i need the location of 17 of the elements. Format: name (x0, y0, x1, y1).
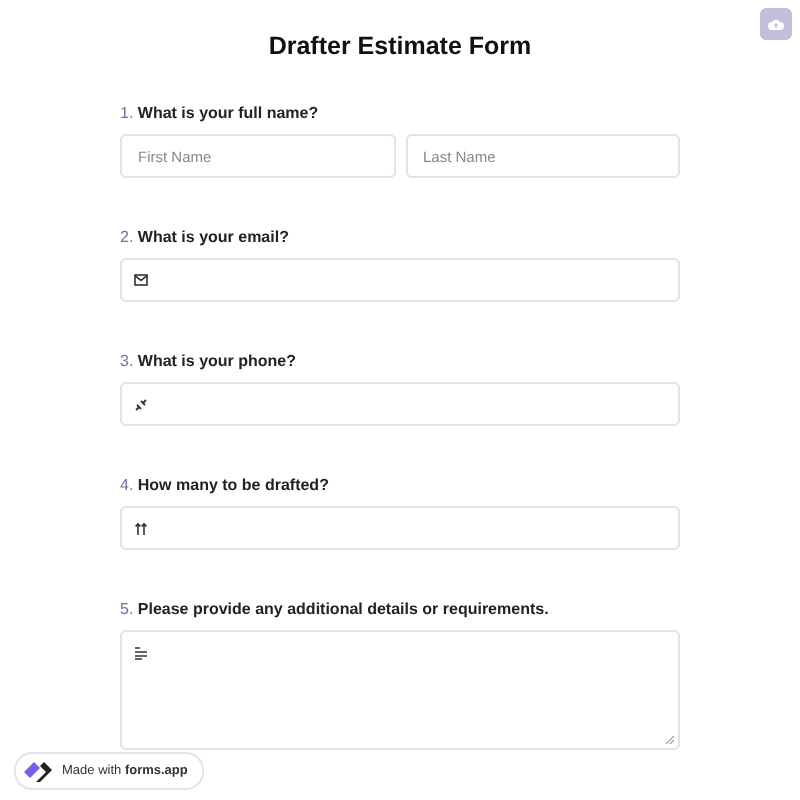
cloud-upload-icon (768, 18, 784, 30)
text-lines-icon (134, 646, 148, 660)
input-field[interactable] (120, 382, 680, 426)
question-label: 1. What is your full name? (120, 104, 319, 124)
upload-button[interactable] (760, 8, 792, 40)
logo-icon (22, 759, 54, 783)
text-area[interactable] (120, 630, 680, 750)
question-label: 4. How many to be drafted? (120, 476, 329, 496)
form-title: Drafter Estimate Form (268, 30, 532, 62)
sort-arrows-icon (134, 521, 148, 535)
question-label: 2. What is your email? (120, 228, 289, 248)
input-field[interactable] (120, 506, 680, 550)
resize-handle-icon[interactable] (666, 736, 674, 744)
mail-icon (134, 273, 148, 287)
question-label: 3. What is your phone? (120, 352, 297, 372)
input-field[interactable] (120, 258, 680, 302)
question-label: 5. Please provide any additional details or requirements. (120, 600, 549, 620)
